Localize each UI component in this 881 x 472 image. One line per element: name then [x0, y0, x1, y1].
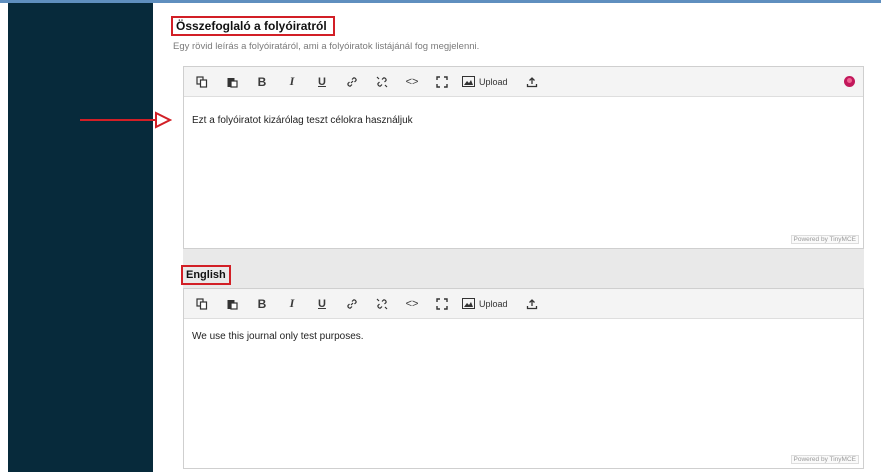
fullscreen-icon[interactable] — [432, 72, 452, 92]
code-icon[interactable]: <> — [402, 294, 422, 314]
section-title: Összefoglaló a folyóiratról — [171, 16, 335, 36]
locale-band — [183, 249, 864, 288]
section-description: Egy rövid leírás a folyóiratáról, ami a … — [173, 41, 480, 52]
powered-by-label[interactable]: Powered by TinyMCE — [790, 455, 859, 464]
sidebar — [8, 3, 153, 472]
powered-by-label[interactable]: Powered by TinyMCE — [790, 235, 859, 244]
english-editor: B I U <> Upload We use this journal only… — [183, 288, 864, 469]
link-icon[interactable] — [342, 294, 362, 314]
summary-editor: B I U <> Upload Ezt a folyóiratot kizáró… — [183, 66, 864, 249]
upload-label: Upload — [479, 76, 508, 87]
underline-button[interactable]: U — [312, 72, 332, 92]
code-icon[interactable]: <> — [402, 72, 422, 92]
link-icon[interactable] — [342, 72, 362, 92]
upload-icon[interactable] — [522, 294, 542, 314]
copy-icon[interactable] — [192, 294, 212, 314]
image-upload-button[interactable]: Upload — [462, 298, 508, 309]
image-icon — [462, 76, 475, 87]
underline-button[interactable]: U — [312, 294, 332, 314]
unlink-icon[interactable] — [372, 72, 392, 92]
editor-toolbar: B I U <> Upload — [184, 289, 863, 319]
fullscreen-icon[interactable] — [432, 294, 452, 314]
upload-label: Upload — [479, 298, 508, 309]
editor-content[interactable]: Ezt a folyóiratot kizárólag teszt célokr… — [192, 115, 413, 126]
annotation-arrow — [80, 111, 172, 129]
upload-icon[interactable] — [522, 72, 542, 92]
image-icon — [462, 298, 475, 309]
bold-button[interactable]: B — [252, 72, 272, 92]
italic-button[interactable]: I — [282, 294, 302, 314]
paste-icon[interactable] — [222, 72, 242, 92]
image-upload-button[interactable]: Upload — [462, 76, 508, 87]
paste-icon[interactable] — [222, 294, 242, 314]
bold-button[interactable]: B — [252, 294, 272, 314]
unlink-icon[interactable] — [372, 294, 392, 314]
english-label: English — [181, 265, 231, 285]
copy-icon[interactable] — [192, 72, 212, 92]
editor-toolbar: B I U <> Upload — [184, 67, 863, 97]
editor-content[interactable]: We use this journal only test purposes. — [192, 331, 364, 342]
italic-button[interactable]: I — [282, 72, 302, 92]
globe-icon[interactable] — [844, 76, 855, 87]
